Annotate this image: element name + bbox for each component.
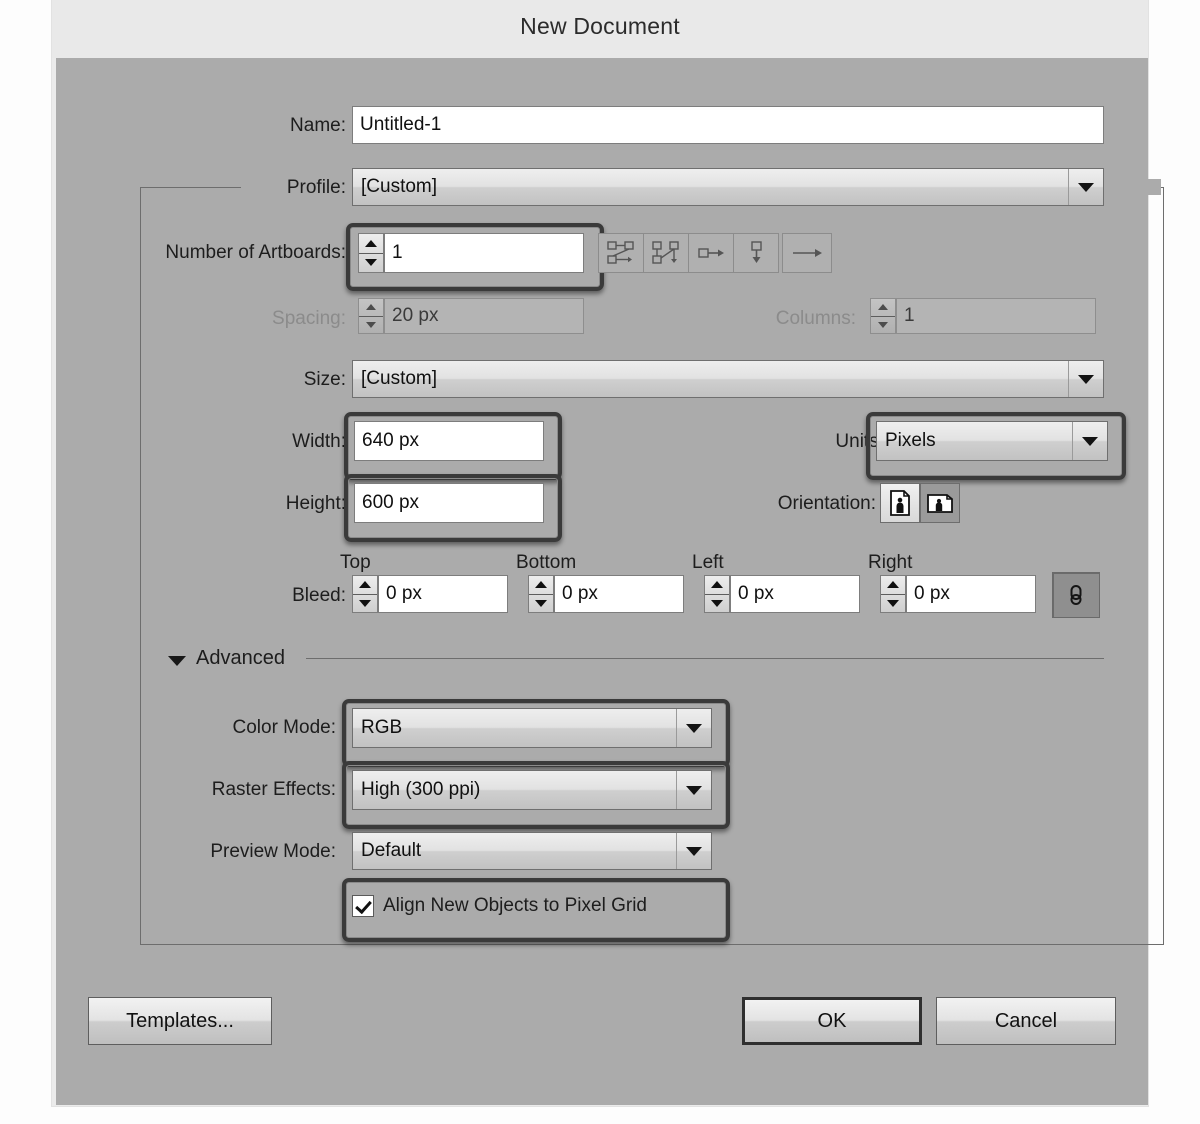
dialog-title: New Document: [520, 13, 680, 39]
units-label: Units:: [835, 431, 884, 452]
grid-by-row-icon[interactable]: [598, 233, 644, 273]
width-input[interactable]: 640 px: [354, 421, 544, 461]
templates-button[interactable]: Templates...: [88, 997, 272, 1045]
units-dropdown[interactable]: Pixels: [876, 421, 1108, 461]
width-label: Width:: [292, 431, 346, 452]
stepper-up-icon[interactable]: [881, 576, 905, 595]
name-label: Name:: [290, 115, 346, 136]
orientation-label: Orientation:: [777, 493, 876, 514]
spacing-label: Spacing:: [272, 308, 346, 329]
number-of-artboards-label: Number of Artboards:: [165, 242, 346, 263]
grid-by-column-icon[interactable]: [643, 233, 689, 273]
artboards-stepper[interactable]: [358, 233, 384, 273]
stepper-down-icon[interactable]: [705, 595, 729, 613]
name-input[interactable]: Untitled-1: [352, 106, 1104, 144]
chevron-down-icon: [1072, 422, 1107, 460]
stepper-up-icon[interactable]: [529, 576, 553, 595]
dialog-titlebar: New Document: [52, 0, 1148, 58]
bleed-top-label: Top: [340, 552, 371, 573]
raster-effects-dropdown[interactable]: High (300 ppi): [352, 770, 712, 810]
stepper-down-icon[interactable]: [353, 595, 377, 613]
arrange-by-column-icon[interactable]: [733, 233, 779, 273]
stepper-down-icon: [359, 317, 383, 334]
stepper-down-icon[interactable]: [529, 595, 553, 613]
link-chain-icon[interactable]: [1052, 572, 1100, 618]
stepper-up-icon[interactable]: [705, 576, 729, 595]
artboard-layout-buttons[interactable]: [598, 233, 779, 273]
chevron-down-icon: [1068, 169, 1103, 205]
chevron-down-icon: [676, 771, 711, 809]
columns-input: 1: [896, 298, 1096, 334]
stepper-down-icon[interactable]: [359, 254, 383, 273]
triangle-down-icon[interactable]: [168, 656, 186, 666]
stepper-up-icon: [871, 299, 895, 317]
columns-label: Columns:: [775, 308, 856, 329]
height-label: Height:: [285, 493, 346, 514]
new-document-dialog: New Document Name: Untitled-1 Profile: […: [52, 0, 1164, 1106]
advanced-section-label: Advanced: [196, 647, 285, 669]
ok-button[interactable]: OK: [742, 997, 922, 1045]
bleed-top-stepper[interactable]: [352, 575, 378, 613]
color-mode-label: Color Mode:: [232, 717, 337, 738]
cancel-button[interactable]: Cancel: [936, 997, 1116, 1045]
bleed-left-stepper[interactable]: [704, 575, 730, 613]
bleed-top-input[interactable]: 0 px: [378, 575, 508, 613]
landscape-icon[interactable]: [920, 483, 960, 523]
portrait-icon[interactable]: [880, 483, 920, 523]
color-mode-dropdown[interactable]: RGB: [352, 708, 712, 748]
chevron-down-icon: [676, 833, 711, 869]
preview-mode-value: Default: [361, 840, 422, 861]
dialog-body: Name: Untitled-1 Profile: [Custom] Numbe…: [56, 58, 1164, 1105]
artboards-input[interactable]: 1: [384, 233, 584, 273]
stepper-down-icon[interactable]: [881, 595, 905, 613]
spacing-input: 20 px: [384, 298, 584, 334]
bleed-bottom-label: Bottom: [516, 552, 577, 573]
bleed-bottom-input[interactable]: 0 px: [554, 575, 684, 613]
raster-effects-label: Raster Effects:: [211, 779, 336, 800]
bleed-right-input[interactable]: 0 px: [906, 575, 1036, 613]
align-pixel-grid-checkbox-row[interactable]: Align New Objects to Pixel Grid: [352, 886, 712, 926]
profile-label: Profile:: [286, 177, 346, 198]
color-mode-value: RGB: [361, 717, 403, 738]
preview-mode-label: Preview Mode:: [210, 841, 336, 862]
profile-dropdown[interactable]: [Custom]: [352, 168, 1104, 206]
bleed-left-label: Left: [692, 552, 724, 573]
height-input[interactable]: 600 px: [354, 483, 544, 523]
profile-dropdown-value: [Custom]: [361, 176, 438, 197]
stepper-up-icon[interactable]: [353, 576, 377, 595]
preview-mode-dropdown[interactable]: Default: [352, 832, 712, 870]
bleed-right-label: Right: [868, 552, 913, 573]
orientation-buttons[interactable]: [880, 483, 960, 523]
chevron-down-icon: [676, 709, 711, 747]
spacing-stepper: [358, 298, 384, 334]
stepper-up-icon[interactable]: [359, 234, 383, 254]
bleed-bottom-stepper[interactable]: [528, 575, 554, 613]
chevron-down-icon: [1068, 361, 1103, 397]
size-dropdown[interactable]: [Custom]: [352, 360, 1104, 398]
right-to-left-arrow-icon[interactable]: [782, 233, 832, 273]
advanced-divider: [306, 658, 1104, 659]
units-dropdown-value: Pixels: [885, 430, 936, 451]
stepper-down-icon: [871, 317, 895, 334]
arrange-by-row-icon[interactable]: [688, 233, 734, 273]
bleed-left-input[interactable]: 0 px: [730, 575, 860, 613]
size-dropdown-value: [Custom]: [361, 368, 438, 389]
align-pixel-grid-label: Align New Objects to Pixel Grid: [383, 895, 647, 916]
bleed-label: Bleed:: [292, 585, 346, 606]
stepper-up-icon: [359, 299, 383, 317]
size-label: Size:: [303, 369, 346, 390]
bleed-right-stepper[interactable]: [880, 575, 906, 613]
columns-stepper: [870, 298, 896, 334]
raster-effects-value: High (300 ppi): [361, 779, 481, 800]
checkmark-icon[interactable]: [352, 895, 374, 917]
